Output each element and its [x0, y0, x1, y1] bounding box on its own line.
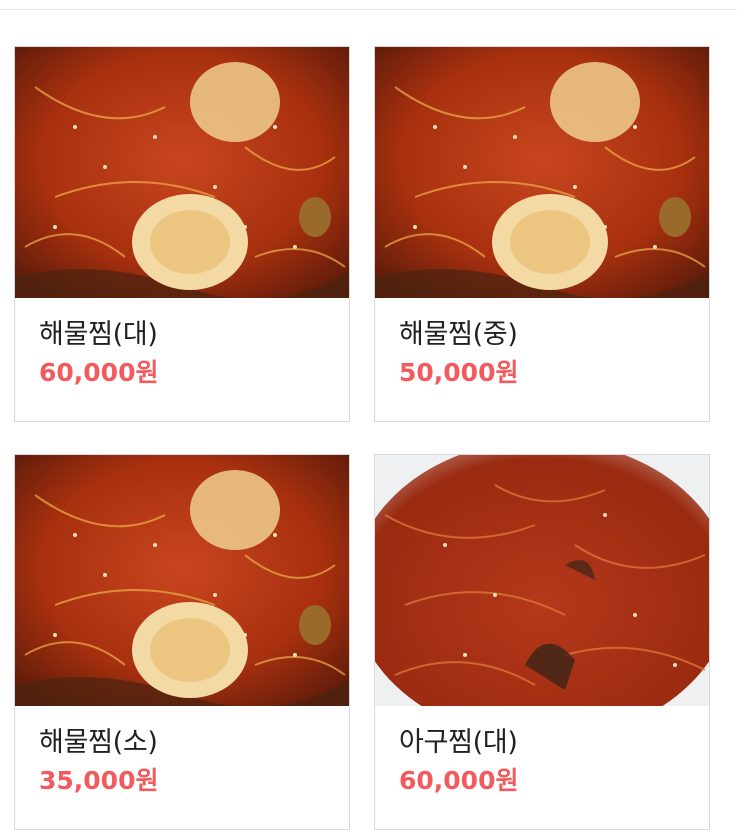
- menu-item-price: 60,000원: [399, 766, 519, 795]
- food-image: [375, 47, 709, 298]
- menu-card[interactable]: 해물찜(소) 35,000원: [14, 454, 350, 830]
- menu-item-price: 35,000원: [39, 766, 159, 795]
- menu-card[interactable]: 해물찜(중) 50,000원: [374, 46, 710, 422]
- menu-item-name: 아구찜(대): [399, 727, 518, 758]
- food-image: [375, 455, 709, 706]
- menu-item-name: 해물찜(중): [399, 319, 518, 350]
- menu-item-price: 60,000원: [39, 358, 159, 387]
- menu-item-price: 50,000원: [399, 358, 519, 387]
- food-image: [15, 47, 349, 298]
- menu-grid: 해물찜(대) 60,000원 해물찜(중) 50,000원 해물찜(소) 35,…: [14, 46, 710, 830]
- menu-card[interactable]: 해물찜(대) 60,000원: [14, 46, 350, 422]
- menu-item-name: 해물찜(대): [39, 319, 158, 350]
- top-bar: [0, 0, 737, 10]
- food-image: [15, 455, 349, 706]
- menu-card[interactable]: 아구찜(대) 60,000원: [374, 454, 710, 830]
- menu-item-name: 해물찜(소): [39, 727, 158, 758]
